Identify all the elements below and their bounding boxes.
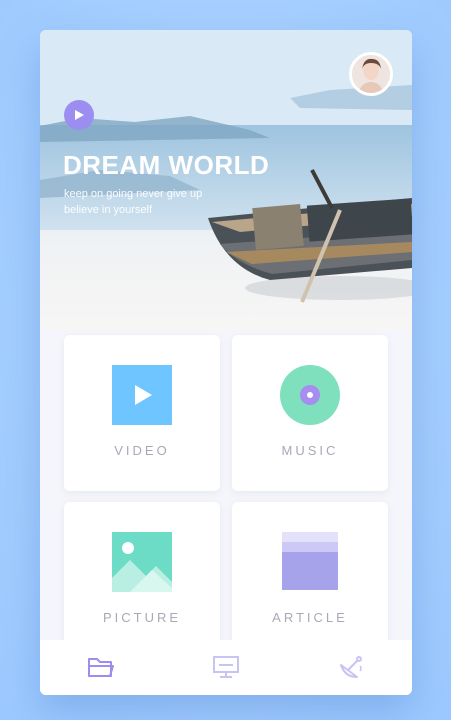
avatar-image [352,55,390,93]
folder-icon[interactable] [86,652,116,682]
satellite-dish-icon[interactable] [336,652,366,682]
picture-label: PICTURE [102,610,182,625]
music-label: MUSIC [281,443,339,458]
hero-banner: DREAM WORLD keep on going never give up … [40,30,412,330]
picture-icon [112,532,172,592]
music-card[interactable]: MUSIC [232,335,388,491]
article-card[interactable]: ARTICLE [232,502,388,658]
hero-subtitle-line2: believe in yourself [64,204,153,216]
bottom-tab-bar [40,640,412,695]
picture-card[interactable]: PICTURE [64,502,220,658]
video-label: VIDEO [114,443,170,458]
app-screen: DREAM WORLD keep on going never give up … [40,30,412,695]
video-icon [112,365,172,425]
hero-title: DREAM WORLD [63,150,270,180]
article-label: ARTICLE [272,610,348,625]
video-card[interactable]: VIDEO [64,335,220,491]
user-avatar[interactable] [349,52,393,96]
play-icon [75,110,84,120]
hero-subtitle-line1: keep on going never give up [64,188,203,200]
play-button[interactable] [64,100,94,130]
music-disc-icon [280,365,340,425]
category-grid: VIDEO MUSIC PICTURE ARTICLE [40,330,412,658]
monitor-icon[interactable] [211,652,241,682]
article-icon [282,532,338,590]
